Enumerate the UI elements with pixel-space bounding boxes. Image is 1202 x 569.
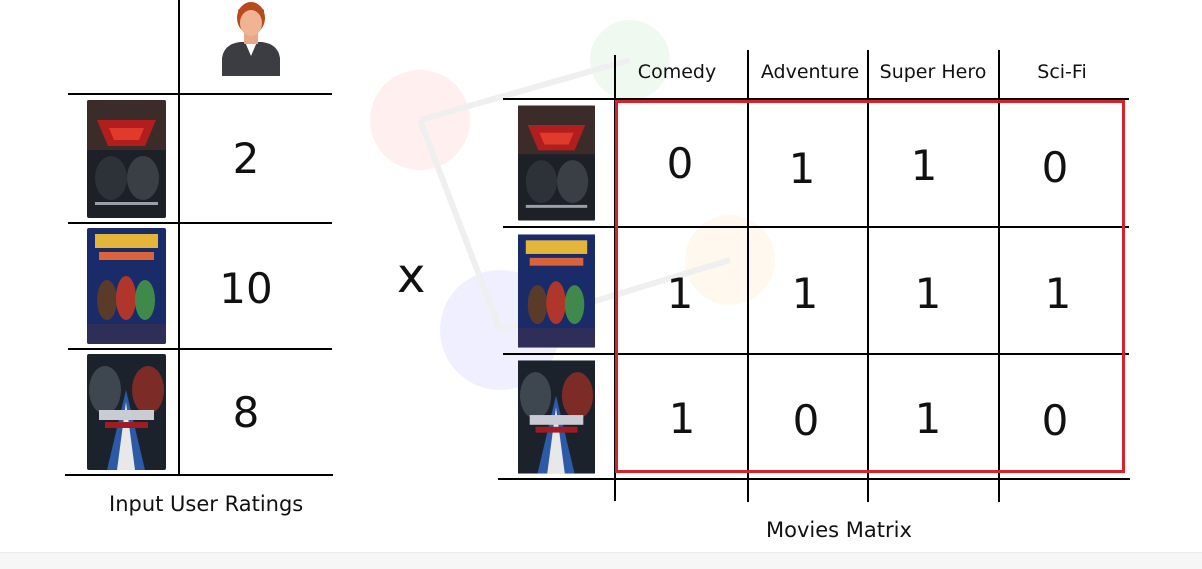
ratings-row-line-3 bbox=[65, 474, 333, 476]
matrix-cell: 1 bbox=[1044, 269, 1072, 318]
rating-value: 8 bbox=[232, 388, 260, 437]
ratings-row-line-1 bbox=[68, 222, 332, 224]
ratings-caption: Input User Ratings bbox=[109, 492, 304, 516]
matrix-cell: 0 bbox=[1041, 396, 1069, 445]
rating-value: 10 bbox=[219, 264, 273, 313]
matrix-cell: 0 bbox=[666, 139, 694, 188]
matrix-row-line-3 bbox=[498, 478, 1130, 480]
user-avatar-icon bbox=[222, 2, 280, 76]
ratings-divider-vertical bbox=[178, 0, 180, 476]
matrix-cell: 1 bbox=[666, 269, 694, 318]
ratings-row-line-2 bbox=[68, 348, 332, 350]
genre-header-comedy: Comedy bbox=[637, 61, 717, 83]
poster-batman-v-superman bbox=[87, 100, 166, 218]
poster-captain-america-civil-war bbox=[87, 354, 166, 470]
matrix-cell: 1 bbox=[788, 144, 816, 193]
multiply-symbol: x bbox=[397, 248, 426, 304]
matrix-cell: 1 bbox=[910, 141, 938, 190]
ratings-row-line-0 bbox=[68, 93, 332, 95]
matrix-cell: 1 bbox=[668, 394, 696, 443]
poster-batman-v-superman bbox=[518, 105, 595, 221]
matrix-caption: Movies Matrix bbox=[766, 518, 912, 542]
genre-header-super-hero: Super Hero bbox=[879, 61, 987, 83]
matrix-cell: 0 bbox=[792, 396, 820, 445]
poster-captain-america-civil-war bbox=[518, 359, 595, 475]
matrix-cell: 1 bbox=[914, 394, 942, 443]
poster-guardians-of-the-galaxy bbox=[518, 233, 595, 349]
matrix-cell: 1 bbox=[914, 269, 942, 318]
matrix-cell: 1 bbox=[791, 269, 819, 318]
bottom-strip bbox=[0, 552, 1202, 569]
genre-header-adventure: Adventure bbox=[760, 61, 860, 83]
rating-value: 2 bbox=[232, 134, 260, 183]
genre-header-sci-fi: Sci-Fi bbox=[1037, 61, 1087, 83]
poster-guardians-of-the-galaxy bbox=[87, 228, 166, 344]
matrix-cell: 0 bbox=[1041, 143, 1069, 192]
